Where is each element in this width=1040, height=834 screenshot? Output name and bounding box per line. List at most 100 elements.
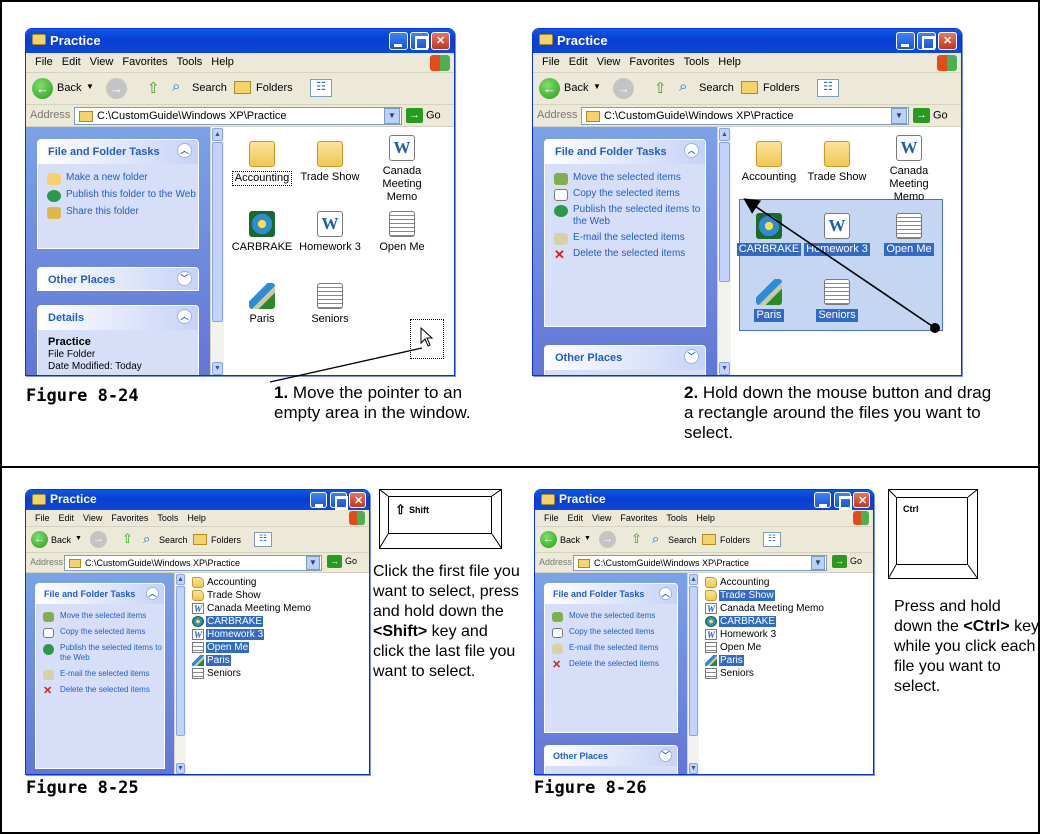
expand-chevron-icon[interactable]: ﹀ — [659, 749, 672, 762]
go-button[interactable]: → Go — [832, 555, 862, 568]
collapse-chevron-icon[interactable]: ︿ — [659, 587, 672, 600]
list-item[interactable]: Accounting — [192, 576, 257, 589]
list-item[interactable]: CARBRAKE — [705, 615, 777, 628]
list-item[interactable]: Paris — [705, 654, 744, 667]
close-button[interactable] — [349, 492, 366, 508]
forward-arrow-icon[interactable]: → — [90, 531, 107, 548]
address-dropdown-icon[interactable]: ▼ — [811, 556, 825, 570]
folders-button-label[interactable]: Folders — [211, 535, 241, 545]
folders-button-label[interactable]: Folders — [720, 535, 750, 545]
panel-header[interactable]: Other Places ﹀ — [545, 746, 677, 766]
task-delete-items[interactable]: ✕ Delete the selected items — [545, 659, 677, 671]
search-icon[interactable]: ⌕ — [652, 531, 659, 547]
task-move-items[interactable]: Move the selected items — [36, 611, 164, 622]
shift-instruction: Click the first file you want to select,… — [373, 563, 520, 680]
menu-edit[interactable]: Edit — [59, 510, 75, 526]
list-item[interactable]: Trade Show — [192, 589, 262, 602]
list-item[interactable]: Seniors — [192, 667, 242, 680]
media-file-icon — [192, 615, 204, 627]
task-move-items[interactable]: Move the selected items — [545, 611, 677, 622]
scroll-up-icon[interactable]: ▲ — [176, 574, 185, 585]
menu-help[interactable]: Help — [696, 510, 715, 526]
task-copy-items[interactable]: Copy the selected items — [36, 627, 164, 638]
task-pane: File and Folder Tasks ︿ Move the selected… — [535, 573, 687, 774]
word-document-icon: W — [192, 628, 204, 640]
menu-tools[interactable]: Tools — [157, 510, 178, 526]
list-item[interactable]: CARBRAKE — [192, 615, 264, 628]
task-delete-items[interactable]: ✕ Delete the selected items — [36, 685, 164, 697]
go-button[interactable]: → Go — [327, 555, 357, 568]
forward-arrow-icon[interactable]: → — [599, 531, 616, 548]
back-arrow-icon[interactable]: ← — [31, 531, 48, 548]
task-email-items[interactable]: E-mail the selected items — [545, 643, 677, 654]
list-item[interactable]: Paris — [192, 654, 231, 667]
minimize-button[interactable] — [310, 492, 327, 508]
views-icon[interactable]: ☷ — [254, 532, 272, 547]
folder-icon — [705, 576, 717, 588]
list-item[interactable]: Accounting — [705, 576, 770, 589]
menu-favorites[interactable]: Favorites — [620, 510, 657, 526]
back-button-label[interactable]: Back — [51, 535, 71, 545]
delete-x-icon: ✕ — [43, 685, 53, 697]
list-item[interactable]: W Homework 3 — [192, 628, 265, 641]
back-dropdown-icon[interactable]: ▼ — [584, 535, 591, 542]
drag-start-dot — [930, 323, 940, 333]
list-item[interactable]: W Canada Meeting Memo — [705, 602, 825, 615]
menu-favorites[interactable]: Favorites — [111, 510, 148, 526]
back-arrow-icon[interactable]: ← — [540, 531, 557, 548]
up-folder-icon[interactable]: ⇧ — [122, 531, 133, 547]
panel-header[interactable]: File and Folder Tasks ︿ — [36, 584, 164, 604]
menu-file[interactable]: File — [544, 510, 559, 526]
menu-tools[interactable]: Tools — [666, 510, 687, 526]
panel-header[interactable]: File and Folder Tasks ︿ — [545, 584, 677, 604]
windows-logo-icon — [349, 511, 365, 525]
ctrl-key-bevel — [888, 489, 978, 579]
address-value: C:\CustomGuide\Windows XP\Practice — [85, 558, 241, 568]
collapse-chevron-icon[interactable]: ︿ — [146, 587, 159, 600]
list-item[interactable]: W Homework 3 — [705, 628, 777, 641]
task-publish-items[interactable]: Publish the selected items to the Web — [36, 643, 164, 663]
list-item[interactable]: W Canada Meeting Memo — [192, 602, 312, 615]
list-item[interactable]: Open Me — [192, 641, 250, 654]
up-folder-icon[interactable]: ⇧ — [631, 531, 642, 547]
folder-icon — [192, 576, 204, 588]
go-arrow-icon: → — [832, 555, 847, 568]
task-pane-scrollbar[interactable]: ▲ ▼ — [174, 573, 186, 774]
figure-caption: Figure 8-26 — [534, 778, 647, 798]
list-item[interactable]: Open Me — [705, 641, 762, 654]
scroll-up-icon[interactable]: ▲ — [689, 574, 698, 585]
window-title: Practice — [50, 492, 97, 506]
list-item[interactable]: Trade Show — [705, 589, 775, 602]
menu-help[interactable]: Help — [187, 510, 206, 526]
folder-icon — [541, 494, 555, 505]
search-button-label[interactable]: Search — [668, 535, 697, 545]
minimize-button[interactable] — [814, 492, 831, 508]
address-field[interactable]: C:\CustomGuide\Windows XP\Practice — [64, 555, 322, 571]
menu-file[interactable]: File — [35, 510, 50, 526]
menu-view[interactable]: View — [83, 510, 102, 526]
scroll-down-icon[interactable]: ▼ — [689, 763, 698, 774]
list-item[interactable]: Seniors — [705, 667, 755, 680]
task-email-items[interactable]: E-mail the selected items — [36, 669, 164, 680]
address-dropdown-icon[interactable]: ▼ — [306, 556, 320, 570]
folder-icon — [578, 559, 590, 569]
task-pane-scrollbar[interactable]: ▲ ▼ — [687, 573, 699, 774]
views-icon[interactable]: ☷ — [763, 532, 781, 547]
back-button-label[interactable]: Back — [560, 535, 580, 545]
address-field[interactable]: C:\CustomGuide\Windows XP\Practice — [573, 555, 827, 571]
maximize-button[interactable] — [330, 492, 348, 510]
go-arrow-icon: → — [327, 555, 342, 568]
menu-view[interactable]: View — [592, 510, 611, 526]
scroll-down-icon[interactable]: ▼ — [176, 763, 185, 774]
search-button-label[interactable]: Search — [159, 535, 188, 545]
scroll-thumb[interactable] — [689, 586, 698, 736]
back-dropdown-icon[interactable]: ▼ — [75, 535, 82, 542]
menu-edit[interactable]: Edit — [568, 510, 584, 526]
search-icon[interactable]: ⌕ — [143, 531, 150, 547]
scroll-thumb[interactable] — [176, 586, 185, 736]
title-bar[interactable]: Practice — [535, 490, 873, 510]
close-button[interactable] — [853, 492, 870, 508]
title-bar[interactable]: Practice — [26, 490, 369, 510]
task-copy-items[interactable]: Copy the selected items — [545, 627, 677, 638]
maximize-button[interactable] — [834, 492, 852, 510]
